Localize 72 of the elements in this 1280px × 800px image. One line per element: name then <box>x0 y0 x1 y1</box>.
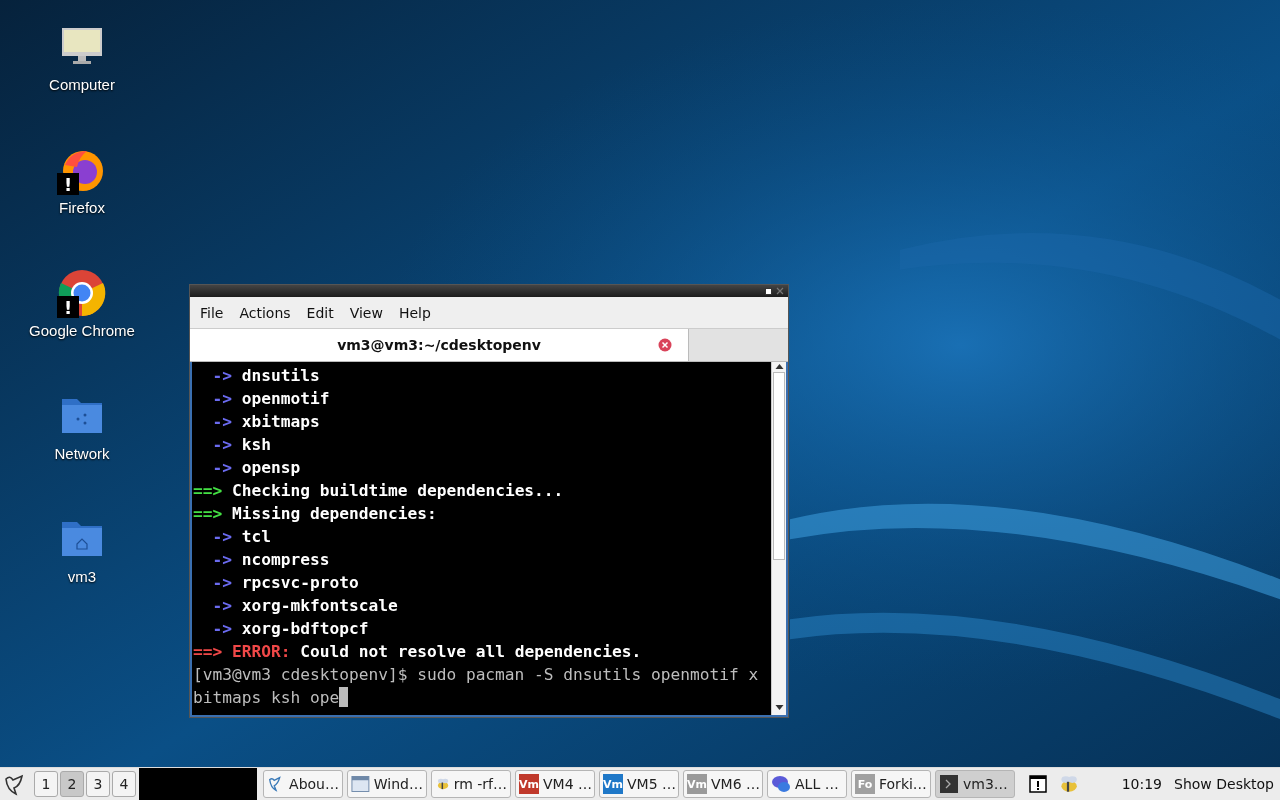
window-icon <box>351 774 370 794</box>
scroll-down-icon[interactable] <box>774 704 784 712</box>
taskbar-button[interactable]: rm -rf… <box>431 770 511 798</box>
terminal-text: opensp <box>241 458 301 477</box>
terminal-text: dnsutils <box>241 366 320 385</box>
app-badge-icon: Vm <box>603 774 623 794</box>
terminal-tab[interactable]: vm3@vm3:~/cdesktopenv <box>190 329 689 361</box>
arrow-marker: -> <box>212 435 232 454</box>
arrow-marker: -> <box>212 389 232 408</box>
taskbar-button[interactable]: vm3… <box>935 770 1015 798</box>
error-label: ERROR: <box>232 642 291 661</box>
arrow-marker: -> <box>212 527 232 546</box>
chat-icon <box>771 774 791 794</box>
taskbar-button[interactable]: Wind… <box>347 770 427 798</box>
scrollbar[interactable] <box>771 362 786 715</box>
terminal-text: openmotif <box>241 389 330 408</box>
close-tab-icon[interactable] <box>658 338 672 352</box>
terminal-text: ncompress <box>241 550 330 569</box>
app-badge-icon: Fo <box>855 774 875 794</box>
terminal-text: rpcsvc-proto <box>241 573 359 592</box>
terminal-text: tcl <box>241 527 271 546</box>
clock: 10:19 <box>1121 776 1163 792</box>
desktop-icon-label[interactable]: vm3 <box>67 568 97 585</box>
app-badge-icon: Vm <box>519 774 539 794</box>
taskbar-button[interactable]: Abou… <box>263 770 343 798</box>
desktop-icon-label[interactable]: Firefox <box>59 199 105 216</box>
arrow-marker: ==> <box>193 481 223 500</box>
arrow-marker: -> <box>212 573 232 592</box>
taskbar-button[interactable]: ALL … <box>767 770 847 798</box>
menu-item[interactable]: File <box>192 304 232 321</box>
menu-item[interactable]: Actions <box>231 304 299 321</box>
taskbar-button[interactable]: Fo Forki… <box>851 770 931 798</box>
arrow-marker: -> <box>212 458 232 477</box>
warning-icon[interactable] <box>1029 775 1047 793</box>
close-icon[interactable] <box>776 287 784 295</box>
terminal-text: [vm3@vm3 cdesktopenv]$ sudo pacman -S dnsutils openmotif x <box>193 665 759 684</box>
menu-item[interactable]: Edit <box>298 304 342 321</box>
taskbar-button[interactable]: Vm VM4 … <box>515 770 595 798</box>
terminal-text: xorg-bdftopcf <box>241 619 369 638</box>
workspace-button[interactable]: 1 <box>34 771 58 797</box>
arrow-marker: -> <box>212 412 232 431</box>
taskbar-button[interactable]: Vm VM5 … <box>599 770 679 798</box>
menu-item[interactable]: Help <box>390 304 439 321</box>
terminal-text: xbitmaps <box>241 412 320 431</box>
taskbar-button[interactable]: Vm VM6 … <box>683 770 763 798</box>
terminal-text: Could not resolve all dependencies. <box>300 642 642 661</box>
desktop-icon-label[interactable]: Computer <box>49 76 115 93</box>
app-badge-icon: Vm <box>687 774 707 794</box>
warning-badge: ! <box>57 296 79 318</box>
show-desktop-button[interactable]: Show Desktop <box>1174 776 1274 792</box>
arrow-marker: -> <box>212 550 232 569</box>
arrow-marker: -> <box>212 596 232 615</box>
text-cursor <box>339 687 349 707</box>
workspace-button[interactable]: 4 <box>112 771 136 797</box>
maximize-icon[interactable] <box>765 287 772 295</box>
scrollbar-thumb[interactable] <box>773 372 785 560</box>
terminal-text: xorg-mkfontscale <box>241 596 398 615</box>
workspace-button[interactable]: 2 <box>60 771 84 797</box>
terminal-text: Missing dependencies: <box>232 504 437 523</box>
terminal-text: Checking buildtime dependencies... <box>232 481 564 500</box>
desktop-icon-label[interactable]: Google Chrome <box>29 322 135 339</box>
arrow-marker: -> <box>212 619 232 638</box>
arrow-marker: ==> <box>193 504 223 523</box>
workspace-button[interactable]: 3 <box>86 771 110 797</box>
arrow-marker: -> <box>212 366 232 385</box>
menu-item[interactable]: View <box>341 304 391 321</box>
desktop-icon-label[interactable]: Network <box>54 445 110 462</box>
terminal-text: bitmaps ksh ope <box>193 688 340 707</box>
terminal-icon <box>939 774 959 794</box>
terminal-text: ksh <box>241 435 271 454</box>
arrow-marker: ==> <box>193 642 223 661</box>
warning-badge: ! <box>57 173 79 195</box>
